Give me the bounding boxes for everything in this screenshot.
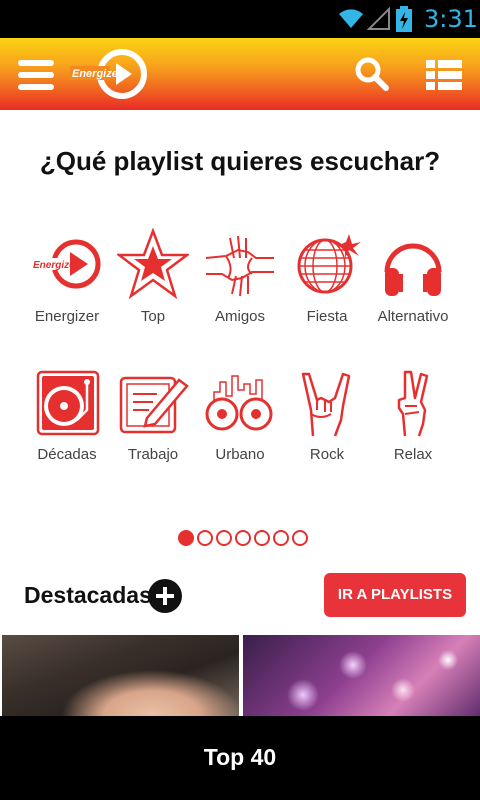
featured-title: Destacadas xyxy=(24,582,152,608)
page-dot[interactable] xyxy=(235,530,251,546)
page-dot[interactable] xyxy=(178,530,194,546)
rock-hand-icon xyxy=(301,372,351,437)
search-icon[interactable] xyxy=(354,56,390,92)
category-label: Décadas xyxy=(37,446,97,463)
page-dot[interactable] xyxy=(292,530,308,546)
category-label: Amigos xyxy=(214,308,266,325)
category-label: Relax xyxy=(393,446,433,463)
category-trabajo[interactable]: Trabajo xyxy=(107,370,199,463)
category-label: Alternativo xyxy=(377,308,449,325)
status-bar: 3:31 xyxy=(0,0,480,38)
svg-text:Energizer: Energizer xyxy=(33,260,80,271)
category-label: Energizer xyxy=(34,308,100,325)
category-urbano[interactable]: Urbano xyxy=(194,370,286,463)
category-relax[interactable]: Relax xyxy=(367,370,459,463)
app-header: Energizer xyxy=(0,38,480,110)
status-time: 3:31 xyxy=(424,5,478,33)
category-label: Trabajo xyxy=(127,446,179,463)
energizer-logo-icon: Energizer xyxy=(32,239,101,289)
handshake-icon xyxy=(205,235,274,297)
category-fiesta[interactable]: Fiesta xyxy=(281,228,373,325)
category-rock[interactable]: Rock xyxy=(281,370,373,463)
peace-hand-icon xyxy=(397,370,429,437)
plus-circle-icon[interactable] xyxy=(148,579,182,613)
logo-text: Energizer xyxy=(72,68,123,80)
page-title: ¿Qué playlist quieres escuchar? xyxy=(39,146,441,176)
page-dot[interactable] xyxy=(273,530,289,546)
star-icon xyxy=(117,228,189,300)
wifi-icon xyxy=(339,9,363,28)
page-dot[interactable] xyxy=(197,530,213,546)
category-decadas[interactable]: Décadas xyxy=(21,370,113,463)
now-playing-bar[interactable]: Top 40 xyxy=(0,716,480,800)
energizer-logo[interactable]: Energizer xyxy=(70,46,150,102)
disco-ball-icon xyxy=(297,234,361,294)
list-view-icon[interactable] xyxy=(426,60,462,90)
category-alternativo[interactable]: Alternativo xyxy=(367,228,459,325)
headphones-icon xyxy=(384,243,442,296)
category-amigos[interactable]: Amigos xyxy=(194,228,286,325)
page-dot[interactable] xyxy=(254,530,270,546)
category-label: Urbano xyxy=(215,446,265,463)
category-label: Fiesta xyxy=(306,308,348,325)
page-indicator xyxy=(178,530,308,548)
category-label: Rock xyxy=(309,446,345,463)
featured-card-2[interactable] xyxy=(243,635,480,720)
turntable-icon xyxy=(36,370,100,436)
now-playing-title: Top 40 xyxy=(203,744,277,770)
category-label: Top xyxy=(140,308,166,325)
featured-card-1[interactable] xyxy=(2,635,239,720)
go-to-playlists-button[interactable]: IR A PLAYLISTS xyxy=(324,573,466,617)
category-energizer[interactable]: Energizer Energizer xyxy=(21,228,113,325)
hamburger-menu-icon[interactable] xyxy=(18,60,54,90)
battery-charging-icon xyxy=(396,6,412,32)
document-pencil-icon xyxy=(119,376,189,434)
city-speakers-icon xyxy=(205,375,273,431)
signal-icon xyxy=(367,7,390,30)
page-dot[interactable] xyxy=(216,530,232,546)
category-top[interactable]: Top xyxy=(107,228,199,325)
